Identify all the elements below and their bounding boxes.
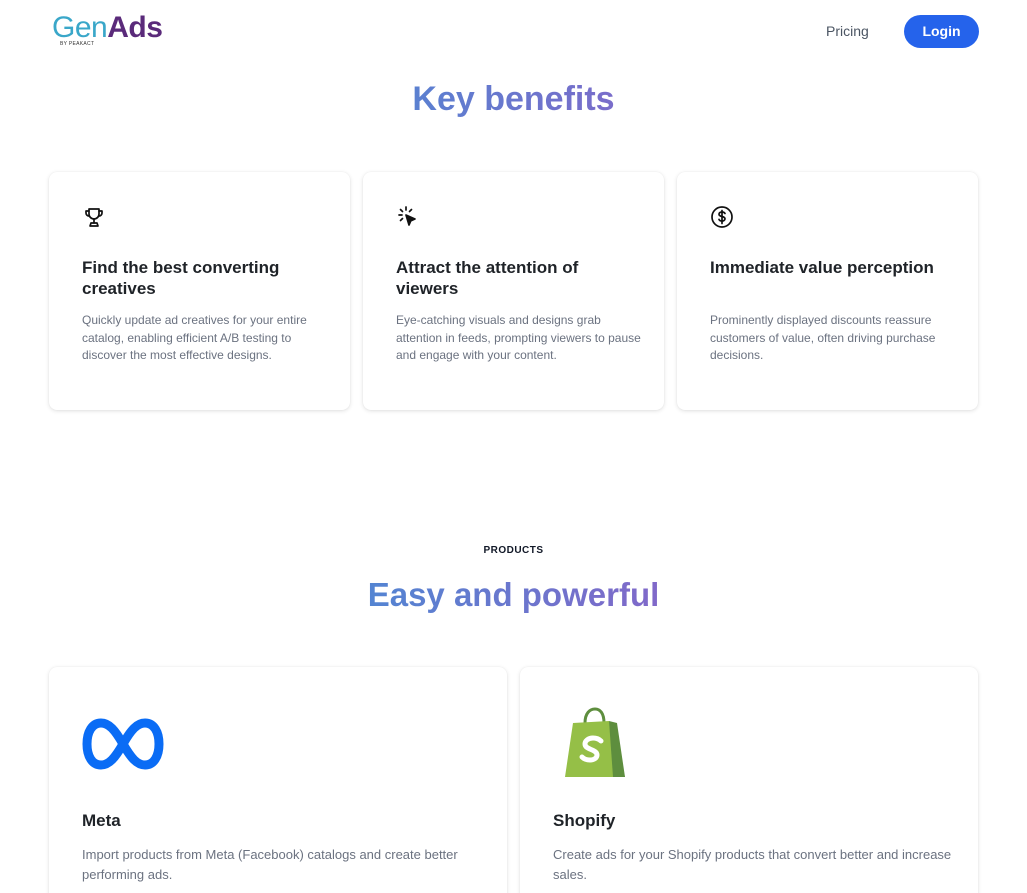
site-header: GenAds BY PEAKACT Pricing Login [0,0,1027,64]
benefit-card-value: Immediate value perception Prominently d… [677,172,978,410]
benefit-title: Immediate value perception [710,258,934,277]
dollar-circle-icon [710,205,734,229]
shopify-logo-icon [563,707,627,782]
benefit-title: Find the best converting creatives [82,258,280,298]
product-title: Meta [82,811,121,830]
product-card-shopify[interactable]: Shopify Create ads for your Shopify prod… [520,667,978,893]
benefit-description: Quickly update ad creatives for your ent… [82,313,307,362]
nav-pricing-link[interactable]: Pricing [826,22,869,40]
product-card-meta[interactable]: Meta Import products from Meta (Facebook… [49,667,507,893]
cursor-click-icon [396,205,420,229]
logo-ads-text: Ads [107,11,163,44]
product-description: Create ads for your Shopify products tha… [553,847,952,882]
key-benefits-title: Key benefits [0,78,1027,120]
products-eyebrow: PRODUCTS [483,545,544,556]
benefit-card-converting: Find the best converting creatives Quick… [49,172,350,410]
trophy-icon [82,205,106,229]
benefit-title: Attract the attention of viewers [396,258,579,298]
product-description: Import products from Meta (Facebook) cat… [82,847,458,882]
products-title: Easy and powerful [0,575,1027,615]
benefit-description: Eye-catching visuals and designs grab at… [396,313,641,362]
benefit-description: Prominently displayed discounts reassure… [710,313,936,362]
logo-byline: BY PEAKACT [60,41,95,47]
logo-gen-text: Gen [52,11,108,44]
meta-logo-icon [82,715,164,778]
genads-logo[interactable]: GenAds BY PEAKACT [52,10,172,50]
benefit-card-attention: Attract the attention of viewers Eye-cat… [363,172,664,410]
login-button[interactable]: Login [904,15,979,48]
product-title: Shopify [553,811,616,830]
